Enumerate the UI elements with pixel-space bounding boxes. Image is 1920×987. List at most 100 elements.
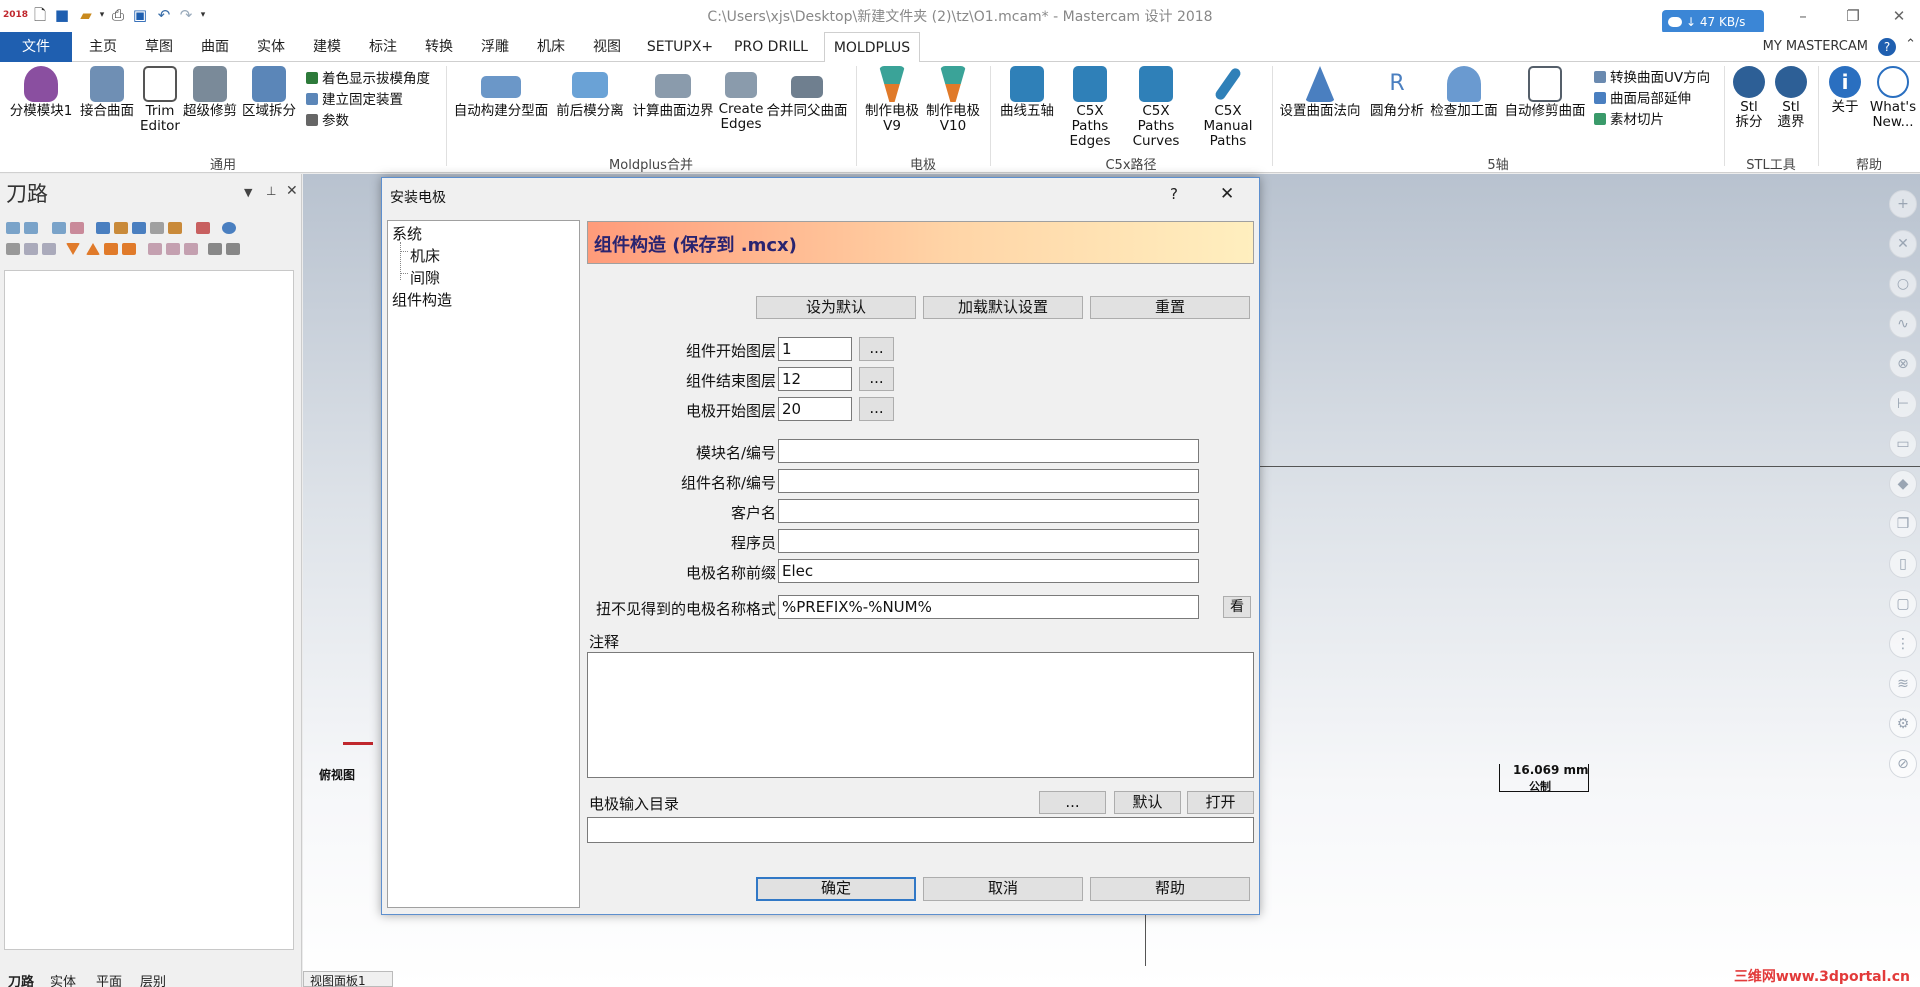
- dialog-close-button[interactable]: ✕: [1220, 184, 1234, 204]
- convert-surface-uv-button[interactable]: 转换曲面UV方向: [1594, 69, 1710, 87]
- tab-surface[interactable]: 曲面: [192, 32, 238, 62]
- undo-icon[interactable]: ↶: [154, 5, 174, 25]
- whats-new-button[interactable]: What's New...: [1868, 66, 1918, 130]
- curve-icon[interactable]: ∿: [1889, 310, 1917, 338]
- ruler-icon[interactable]: ▭: [1889, 430, 1917, 458]
- minimize-button[interactable]: –: [1784, 2, 1822, 30]
- tab-file[interactable]: 文件: [0, 32, 72, 62]
- surface-local-extend-button[interactable]: 曲面局部延伸: [1594, 90, 1691, 108]
- options-icon[interactable]: [226, 243, 240, 255]
- build-fixture-button[interactable]: 建立固定装置: [306, 91, 403, 109]
- component-end-layer-browse[interactable]: ...: [859, 367, 894, 391]
- layers-icon[interactable]: ≋: [1889, 670, 1917, 698]
- expand-all-icon[interactable]: [148, 243, 162, 255]
- super-trim-button[interactable]: 超级修剪: [182, 66, 238, 119]
- dimension-icon[interactable]: ⊢: [1889, 390, 1917, 418]
- print-icon[interactable]: ⎙: [108, 5, 128, 25]
- settings-tree[interactable]: 系统 机床 间隙 组件构造: [387, 220, 580, 908]
- component-start-layer-browse[interactable]: ...: [859, 337, 894, 361]
- tab-solid[interactable]: 实体: [248, 32, 294, 62]
- default-dir-button[interactable]: 默认: [1114, 791, 1181, 814]
- tab-model[interactable]: 建模: [304, 32, 350, 62]
- tab-annotate[interactable]: 标注: [360, 32, 406, 62]
- fillet-analysis-button[interactable]: R 圆角分析: [1366, 66, 1428, 119]
- merge-parent-surfaces-button[interactable]: 合并同父曲面: [764, 66, 850, 119]
- tree-item-component-build[interactable]: 组件构造: [392, 289, 452, 310]
- set-surface-normal-button[interactable]: 设置曲面法向: [1276, 66, 1364, 119]
- target-icon[interactable]: ⊗: [1889, 350, 1917, 378]
- reset-button[interactable]: 重置: [1090, 296, 1250, 319]
- region-split-button[interactable]: 区域拆分: [240, 66, 298, 119]
- make-electrode-v10-button[interactable]: 制作电极 V10: [922, 66, 984, 134]
- sheet-icon[interactable]: ▯: [1889, 550, 1917, 578]
- about-button[interactable]: i 关于: [1822, 66, 1868, 115]
- sort-icon[interactable]: [208, 243, 222, 255]
- copy-icon[interactable]: ❐: [1889, 510, 1917, 538]
- browse-dir-button[interactable]: ...: [1039, 791, 1106, 814]
- transform-icon[interactable]: ✕: [1889, 230, 1917, 258]
- toolpath-tree[interactable]: [4, 270, 294, 950]
- tab-machine[interactable]: 机床: [528, 32, 574, 62]
- customer-name-input[interactable]: [778, 499, 1199, 523]
- tab-levels[interactable]: 层别: [140, 971, 166, 987]
- stl-split-button[interactable]: Stl 拆分: [1728, 66, 1770, 130]
- load-default-button[interactable]: 加载默认设置: [923, 296, 1083, 319]
- view-format-button[interactable]: 看到: [1223, 596, 1251, 618]
- tab-pro-drill[interactable]: PRO DRILL: [728, 32, 814, 62]
- tab-moldplus[interactable]: MOLDPLUS: [824, 32, 920, 63]
- tab-setupx[interactable]: SETUPX+: [642, 32, 718, 62]
- verify-icon[interactable]: [114, 222, 128, 234]
- tree-item-clearance[interactable]: 间隙: [410, 267, 440, 288]
- pin-icon[interactable]: ⊥: [266, 184, 276, 198]
- toggle-post-icon[interactable]: [42, 243, 56, 255]
- restore-button[interactable]: ❐: [1834, 2, 1872, 30]
- ok-button[interactable]: 确定: [756, 877, 916, 901]
- frame-icon[interactable]: ▢: [1889, 590, 1917, 618]
- programmer-input[interactable]: [778, 529, 1199, 553]
- new-file-icon[interactable]: 🗋: [30, 5, 50, 25]
- expand-icon[interactable]: [122, 243, 136, 255]
- cancel-button[interactable]: 取消: [923, 877, 1083, 901]
- tree-item-machine[interactable]: 机床: [410, 245, 440, 266]
- deselect-icon[interactable]: [24, 222, 38, 234]
- highfeed-icon[interactable]: [196, 222, 210, 234]
- tab-home[interactable]: 主页: [80, 32, 126, 62]
- notes-textarea[interactable]: [587, 652, 1254, 778]
- c5x-paths-curves-button[interactable]: C5X Paths Curves: [1124, 66, 1188, 149]
- lock-icon[interactable]: [6, 243, 20, 255]
- grid-icon[interactable]: ⋮: [1889, 630, 1917, 658]
- core-cavity-split-button[interactable]: 前后模分离: [554, 66, 626, 119]
- tab-toolpaths[interactable]: 刀路: [8, 971, 34, 987]
- c5x-paths-edges-button[interactable]: C5X Paths Edges: [1058, 66, 1122, 149]
- check-machining-surface-button[interactable]: 检查加工面: [1428, 66, 1500, 119]
- join-surfaces-button[interactable]: 接合曲面: [78, 66, 136, 119]
- component-start-layer-input[interactable]: 1: [778, 337, 852, 361]
- tab-view[interactable]: 视图: [584, 32, 630, 62]
- tab-transform[interactable]: 转换: [416, 32, 462, 62]
- prohibit-icon[interactable]: ⊘: [1889, 750, 1917, 778]
- split-mold-module-button[interactable]: 分模模块1: [6, 66, 76, 119]
- collapse-ribbon-icon[interactable]: ⌃: [1905, 37, 1916, 52]
- hidden-electrode-format-input[interactable]: %PREFIX%-%NUM%: [778, 595, 1199, 619]
- trim-editor-button[interactable]: Trim Editor: [138, 66, 182, 134]
- settings-icon[interactable]: ⚙: [1889, 710, 1917, 738]
- g1-icon[interactable]: [150, 222, 164, 234]
- view-sheet-tab[interactable]: 视图面板1: [303, 971, 393, 987]
- select-all-icon[interactable]: [6, 222, 20, 234]
- circle-icon[interactable]: ○: [1889, 270, 1917, 298]
- component-name-input[interactable]: [778, 469, 1199, 493]
- move-up-icon[interactable]: [86, 243, 100, 255]
- regenerate-icon[interactable]: [52, 222, 66, 234]
- dropdown-icon[interactable]: ▼: [244, 186, 252, 199]
- tab-planes[interactable]: 平面: [96, 971, 122, 987]
- parameters-button[interactable]: 参数: [306, 112, 349, 130]
- module-name-input[interactable]: [778, 439, 1199, 463]
- save-icon[interactable]: ■: [52, 5, 72, 25]
- backplot-icon[interactable]: [96, 222, 110, 234]
- customize-quick-access-icon[interactable]: ▾: [193, 5, 213, 25]
- auto-parting-surface-button[interactable]: 自动构建分型面: [452, 66, 550, 119]
- auto-trim-surface-button[interactable]: 自动修剪曲面: [1502, 66, 1588, 119]
- regenerate-dirty-icon[interactable]: [70, 222, 84, 234]
- electrode-start-layer-browse[interactable]: ...: [859, 397, 894, 421]
- component-end-layer-input[interactable]: 12: [778, 367, 852, 391]
